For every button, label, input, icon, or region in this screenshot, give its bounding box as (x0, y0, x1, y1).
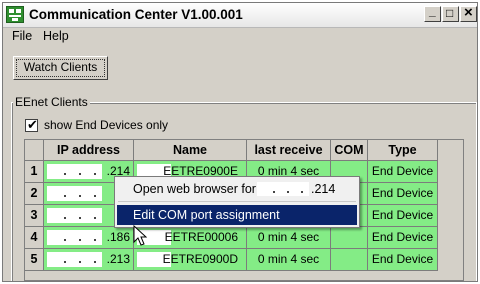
redacted-ip (47, 186, 102, 201)
column-header-type[interactable]: Type (368, 140, 438, 161)
row-number[interactable]: 1 (25, 161, 44, 183)
minimize-button[interactable]: _ (424, 4, 441, 22)
context-menu: Open web browser for .214 Edit COM port … (114, 176, 360, 228)
main-window: Communication Center V1.00.001 _ □ × Fil… (2, 2, 478, 282)
ip-suffix: .214 (311, 182, 336, 196)
name-cell[interactable]: EETRE00006 (134, 227, 247, 249)
group-title: EEnet Clients (13, 95, 90, 109)
menu-open-web-browser[interactable]: Open web browser for .214 (117, 179, 357, 199)
type-cell[interactable]: End Device (368, 249, 438, 271)
redacted-ip (47, 252, 102, 267)
app-icon (6, 6, 24, 23)
menu-file[interactable]: File (12, 29, 32, 43)
title-bar[interactable]: Communication Center V1.00.001 _ □ × (3, 3, 477, 28)
column-header-com[interactable]: COM (331, 140, 368, 161)
row-number[interactable]: 5 (25, 249, 44, 271)
com-cell[interactable] (331, 227, 368, 249)
com-cell[interactable] (331, 249, 368, 271)
checkmark-icon: ✔ (27, 117, 38, 132)
ip-suffix: .213 (106, 252, 130, 266)
corner-header (25, 140, 44, 161)
device-name: EETRE0900D (162, 252, 238, 266)
row-number[interactable]: 4 (25, 227, 44, 249)
name-cell[interactable]: EETRE0900D (134, 249, 247, 271)
last-receive-cell[interactable]: 0 min 4 sec (247, 227, 331, 249)
redacted-ip (47, 208, 102, 223)
ip-suffix: .186 (106, 230, 130, 244)
ip-cell[interactable]: .186 (44, 227, 134, 249)
type-cell[interactable]: End Device (368, 161, 438, 183)
redacted-ip (47, 164, 102, 179)
row-number[interactable]: 2 (25, 183, 44, 205)
show-end-devices-label[interactable]: show End Devices only (44, 118, 168, 132)
ip-cell[interactable]: .213 (44, 249, 134, 271)
column-header-ip[interactable]: IP address (44, 140, 134, 161)
menu-edit-com-port[interactable]: Edit COM port assignment (117, 205, 357, 225)
column-header-name[interactable]: Name (134, 140, 247, 161)
watch-clients-button[interactable]: Watch Clients (13, 56, 108, 80)
device-name: EETRE00006 (164, 230, 238, 244)
type-cell[interactable]: End Device (368, 227, 438, 249)
close-button[interactable]: × (460, 4, 477, 22)
column-header-last-receive[interactable]: last receive (247, 140, 331, 161)
row-number[interactable]: 3 (25, 205, 44, 227)
window-title: Communication Center V1.00.001 (29, 7, 243, 22)
menu-bar: File Help (3, 27, 477, 45)
mouse-pointer-icon (133, 225, 147, 246)
menu-help[interactable]: Help (43, 29, 69, 43)
maximize-button[interactable]: □ (442, 6, 459, 22)
type-cell[interactable]: End Device (368, 183, 438, 205)
redacted-ip (47, 230, 102, 245)
redacted-ip (257, 182, 309, 196)
minimize-icon: _ (429, 4, 436, 18)
last-receive-cell[interactable]: 0 min 4 sec (247, 249, 331, 271)
maximize-icon: □ (446, 6, 454, 20)
show-end-devices-checkbox[interactable]: ✔ (25, 117, 38, 132)
close-icon: × (464, 4, 473, 21)
menu-item-label: Open web browser for (133, 182, 256, 196)
type-cell[interactable]: End Device (368, 205, 438, 227)
menu-separator (118, 201, 356, 202)
